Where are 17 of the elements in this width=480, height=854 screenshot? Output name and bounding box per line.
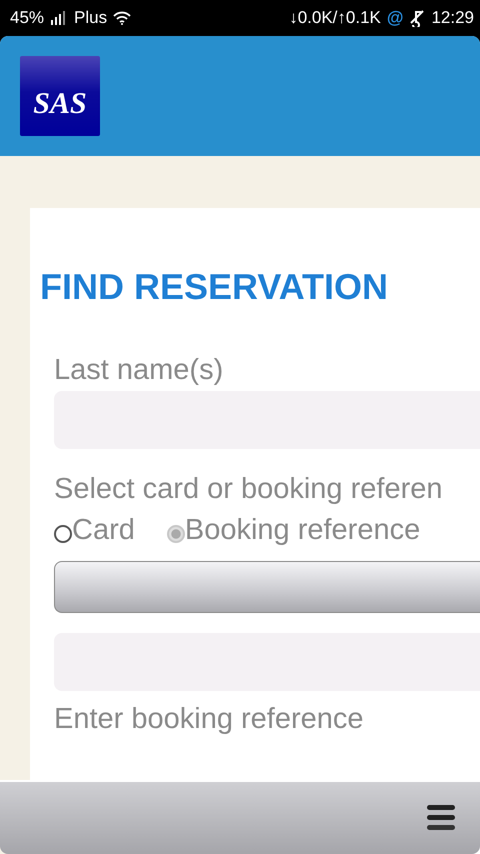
battery-level: 45% <box>10 8 44 28</box>
wifi-icon <box>113 11 132 25</box>
menu-button[interactable] <box>426 804 456 832</box>
at-sign: @ <box>386 8 404 28</box>
select-field[interactable] <box>54 561 480 613</box>
field-label: Select card or booking referen <box>54 473 444 506</box>
radio-option[interactable]: Booking reference <box>166 514 420 547</box>
network-speed: ↓0.0K/↑0.1K <box>289 8 381 28</box>
field-label: Enter booking reference <box>54 703 365 736</box>
mute-icon <box>409 9 426 27</box>
radio-option[interactable]: Card <box>54 514 135 547</box>
logo[interactable]: SAS <box>20 56 100 136</box>
page-title: FIND RESERVATION <box>40 266 390 308</box>
field-label: Last name(s) <box>54 354 224 387</box>
carrier-name: Plus <box>74 8 108 28</box>
menu-icon <box>426 804 456 832</box>
clock: 12:29 <box>431 8 474 28</box>
